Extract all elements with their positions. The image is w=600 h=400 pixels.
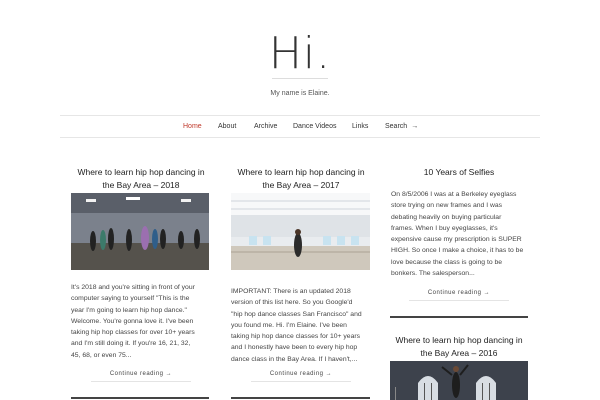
post-title-line[interactable]: the Bay Area – 2018 (66, 179, 216, 192)
post-card: Where to learn hip hop dancing in the Ba… (226, 166, 376, 192)
nav-links[interactable]: Links (352, 123, 368, 130)
site-title[interactable]: Hi. (0, 28, 600, 79)
excerpt-line: IMPORTANT: There is an updated 2018 (231, 288, 351, 295)
excerpt-line: expensive cause my prescription is SUPER (391, 236, 522, 244)
nav-archive[interactable]: Archive (254, 123, 277, 130)
post-excerpt: IMPORTANT: There is an updated 2018 vers… (231, 286, 381, 365)
excerpt-line: version of this list here. So you Google… (231, 299, 353, 307)
excerpt-line: computer saying to yourself "This is the (71, 295, 190, 303)
post-title-line[interactable]: Where to learn hip hop dancing in (226, 166, 376, 179)
post-title[interactable]: Where to learn hip hop dancing in the Ba… (388, 334, 530, 360)
post-separator (390, 316, 528, 318)
post-title-line[interactable]: the Bay Area – 2016 (388, 347, 530, 360)
post-card: Where to learn hip hop dancing in the Ba… (66, 166, 216, 192)
divider (251, 381, 351, 382)
post-thumbnail-dance-studio[interactable] (231, 193, 370, 270)
excerpt-line: bonkers. The salesperson... (391, 270, 475, 278)
post-thumbnail-dance-studio[interactable] (71, 193, 209, 270)
dance-hall-photo (390, 361, 528, 400)
post-title[interactable]: Where to learn hip hop dancing in the Ba… (226, 166, 376, 192)
continue-reading-link[interactable]: Continue reading → (251, 371, 351, 377)
continue-reading-link[interactable]: Continue reading → (91, 371, 191, 377)
excerpt-line: debating heavily on buying particular (391, 213, 502, 221)
post-title-line[interactable]: Where to learn hip hop dancing in (388, 334, 530, 347)
dance-studio-photo (231, 193, 370, 270)
excerpt-line: HIGH. So once I make a choice, it has to… (391, 247, 524, 255)
search-label: Search (385, 123, 408, 130)
dance-class-photo (71, 193, 209, 270)
continue-reading-link[interactable]: Continue reading → (409, 290, 509, 296)
excerpt-line: Welcome. You're gonna love it. I've been (71, 317, 194, 325)
title-divider (272, 78, 328, 79)
nav-dance-videos[interactable]: Dance Videos (293, 123, 336, 130)
post-card: 10 Years of Selfies (388, 166, 530, 179)
post-title-line[interactable]: the Bay Area – 2017 (226, 179, 376, 192)
nav-about[interactable]: About (218, 123, 236, 130)
post-title[interactable]: 10 Years of Selfies (388, 166, 530, 179)
nav-home[interactable]: Home (183, 123, 202, 130)
excerpt-line: dance class in the Bay Area. If I haven'… (231, 355, 358, 363)
post-title[interactable]: Where to learn hip hop dancing in the Ba… (66, 166, 216, 192)
post-excerpt: It's 2018 and you're sitting in front of… (71, 282, 221, 361)
post-separator (231, 397, 370, 399)
post-separator (71, 397, 209, 399)
excerpt-line: love because the class is going to be (391, 258, 503, 266)
excerpt-line: It's 2018 and you're sitting in front of… (71, 284, 195, 291)
excerpt-line: 45, 68, or even 75... (71, 351, 132, 359)
excerpt-line: store trying on new frames and I was (391, 202, 503, 210)
excerpt-line: "hip hop dance classes San Francisco" an… (231, 310, 362, 318)
post-thumbnail-dance-studio[interactable] (390, 361, 528, 400)
post-title-line[interactable]: Where to learn hip hop dancing in (66, 166, 216, 179)
excerpt-line: taking hip hop classes for over 10+ year… (71, 329, 195, 337)
arrow-right-icon: → (411, 123, 419, 130)
excerpt-line: taking hip hop dance classes for 10+ yea… (231, 333, 361, 341)
post-card: Where to learn hip hop dancing in the Ba… (388, 334, 530, 360)
post-excerpt: On 8/5/2006 I was at a Berkeley eyeglass… (391, 189, 536, 279)
excerpt-line: frames. When I buy eyeglasses, it's (391, 224, 498, 232)
divider (409, 300, 509, 301)
divider (91, 381, 191, 382)
excerpt-line: and I'm still doing it. If you're 16, 21… (71, 340, 191, 348)
excerpt-line: year I'm going to learn hip hop dance." (71, 306, 187, 314)
main-navigation: Home About Archive Dance Videos Links Se… (60, 115, 540, 138)
nav-search[interactable]: Search → (385, 123, 418, 130)
excerpt-line: you found me. Hi. I'm Elaine. I've been (231, 321, 347, 329)
site-tagline: My name is Elaine. (270, 90, 330, 97)
excerpt-line: and I honestly have been to every hip ho… (231, 344, 358, 352)
excerpt-line: On 8/5/2006 I was at a Berkeley eyeglass (391, 191, 517, 198)
